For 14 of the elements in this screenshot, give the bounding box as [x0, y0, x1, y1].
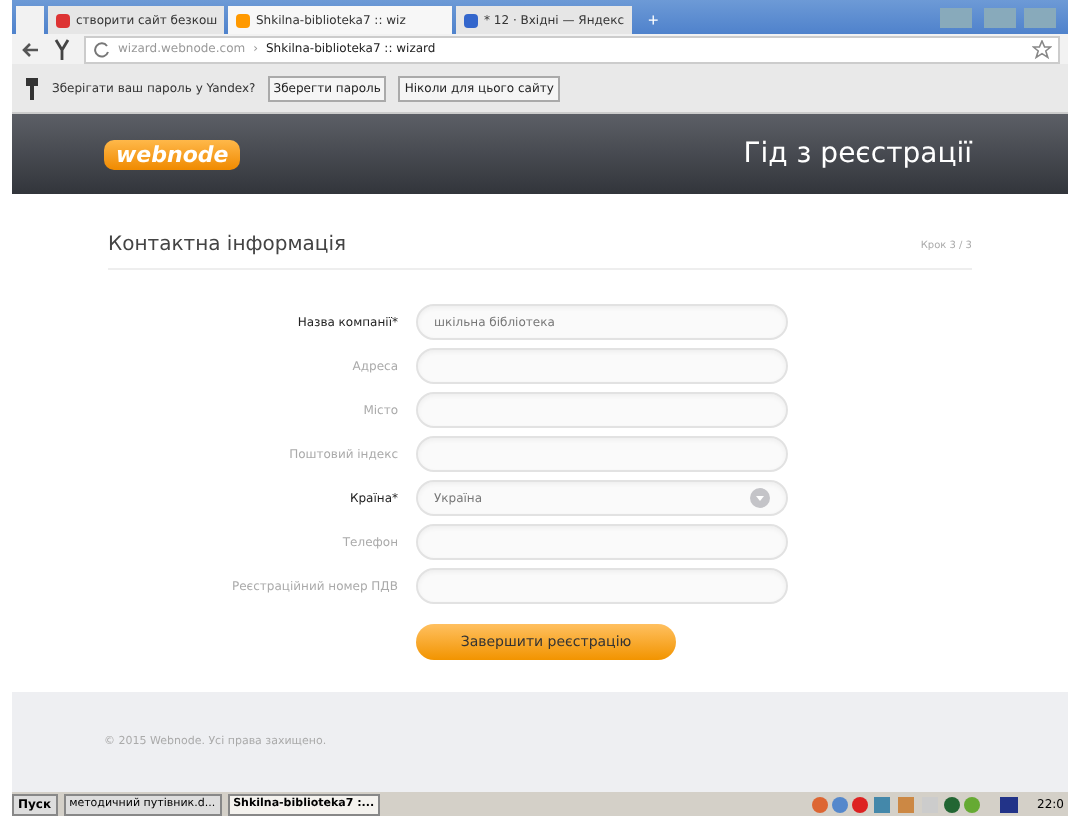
window-controls-icon[interactable] — [940, 5, 1060, 29]
input-field[interactable] — [416, 436, 788, 472]
yandex-logo-icon[interactable] — [52, 37, 72, 61]
reload-icon[interactable] — [92, 40, 110, 58]
input-field[interactable] — [416, 392, 788, 428]
input-field[interactable] — [416, 524, 788, 560]
wizard-title: Гід з реєстрації — [743, 138, 972, 170]
key-icon — [24, 77, 40, 99]
input-field[interactable] — [416, 348, 788, 384]
input-field[interactable] — [416, 568, 788, 604]
back-arrow-icon[interactable] — [20, 39, 40, 59]
star-icon[interactable] — [1032, 39, 1052, 59]
dropdown-icon[interactable] — [750, 488, 770, 508]
section-title: Контактна інформація — [108, 234, 347, 256]
